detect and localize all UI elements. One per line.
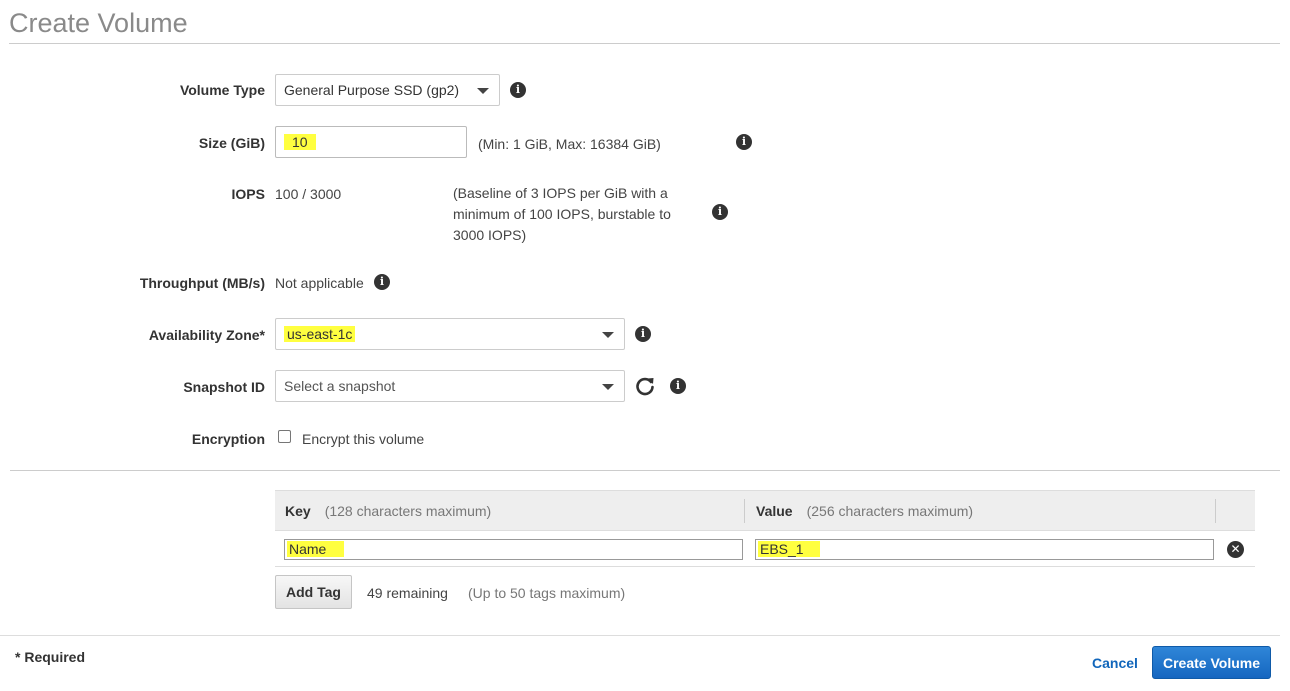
refresh-icon[interactable] (634, 375, 656, 397)
table-row: Name EBS_1 ✕ (275, 531, 1255, 567)
tag-key-value: Name (287, 541, 345, 557)
encrypt-checkbox-label[interactable]: Encrypt this volume (302, 431, 424, 447)
size-hint: (Min: 1 GiB, Max: 16384 GiB) (478, 136, 661, 152)
volume-type-value: General Purpose SSD (gp2) (284, 82, 460, 98)
throughput-value: Not applicable (275, 275, 364, 291)
info-icon[interactable]: i (510, 82, 526, 98)
snapshot-id-label: Snapshot ID (183, 379, 265, 395)
key-header-hint: (128 characters maximum) (324, 503, 492, 519)
tags-table-header: Key (128 characters maximum) Value (256 ch… (275, 490, 1255, 531)
info-icon[interactable]: i (736, 134, 752, 150)
cancel-button[interactable]: Cancel (1092, 655, 1138, 671)
size-label: Size (GiB) (198, 135, 265, 151)
add-tag-button[interactable]: Add Tag (275, 575, 352, 609)
iops-hint: (Baseline of 3 IOPS per GiB with a minim… (453, 185, 671, 243)
remove-icon[interactable]: ✕ (1227, 541, 1244, 558)
key-header-label: Key (285, 503, 311, 519)
volume-type-select[interactable]: General Purpose SSD (gp2) (275, 74, 500, 106)
iops-label: IOPS (231, 186, 265, 202)
iops-value: 100 / 3000 (275, 186, 342, 202)
key-column-header: Key (128 characters maximum) (285, 503, 491, 519)
page-title: Create Volume (9, 8, 188, 38)
chevron-down-icon (602, 332, 614, 338)
encrypt-checkbox[interactable] (278, 430, 291, 443)
info-icon[interactable]: i (670, 378, 686, 394)
column-divider (744, 499, 745, 523)
required-note: * Required (15, 649, 86, 665)
availability-zone-select[interactable]: us-east-1c (275, 318, 625, 350)
snapshot-placeholder: Select a snapshot (284, 378, 396, 394)
availability-zone-value: us-east-1c (284, 326, 356, 342)
tags-max-hint: (Up to 50 tags maximum) (468, 585, 626, 601)
column-divider (1215, 499, 1216, 523)
info-icon[interactable]: i (712, 204, 728, 220)
info-icon[interactable]: i (374, 274, 390, 290)
section-divider (10, 470, 1280, 471)
encryption-label: Encryption (191, 431, 265, 447)
size-input[interactable]: 10 (275, 126, 467, 158)
chevron-down-icon (477, 88, 489, 94)
volume-type-label: Volume Type (179, 82, 265, 98)
tags-table: Key (128 characters maximum) Value (256 ch… (275, 490, 1255, 567)
snapshot-select[interactable]: Select a snapshot (275, 370, 625, 402)
size-value: 10 (284, 134, 316, 150)
tag-value-input[interactable]: EBS_1 (755, 539, 1214, 560)
footer-divider (0, 635, 1280, 636)
tag-key-input[interactable]: Name (284, 539, 743, 560)
info-icon[interactable]: i (635, 326, 651, 342)
throughput-label: Throughput (MB/s) (139, 275, 265, 291)
title-divider (9, 43, 1280, 44)
tag-value-value: EBS_1 (758, 541, 820, 557)
value-column-header: Value (256 characters maximum) (756, 503, 973, 519)
availability-zone-label: Availability Zone* (148, 327, 265, 343)
create-volume-button[interactable]: Create Volume (1152, 646, 1271, 679)
chevron-down-icon (602, 384, 614, 390)
tags-remaining: 49 remaining (367, 585, 448, 601)
value-header-label: Value (756, 503, 793, 519)
value-header-hint: (256 characters maximum) (806, 503, 974, 519)
